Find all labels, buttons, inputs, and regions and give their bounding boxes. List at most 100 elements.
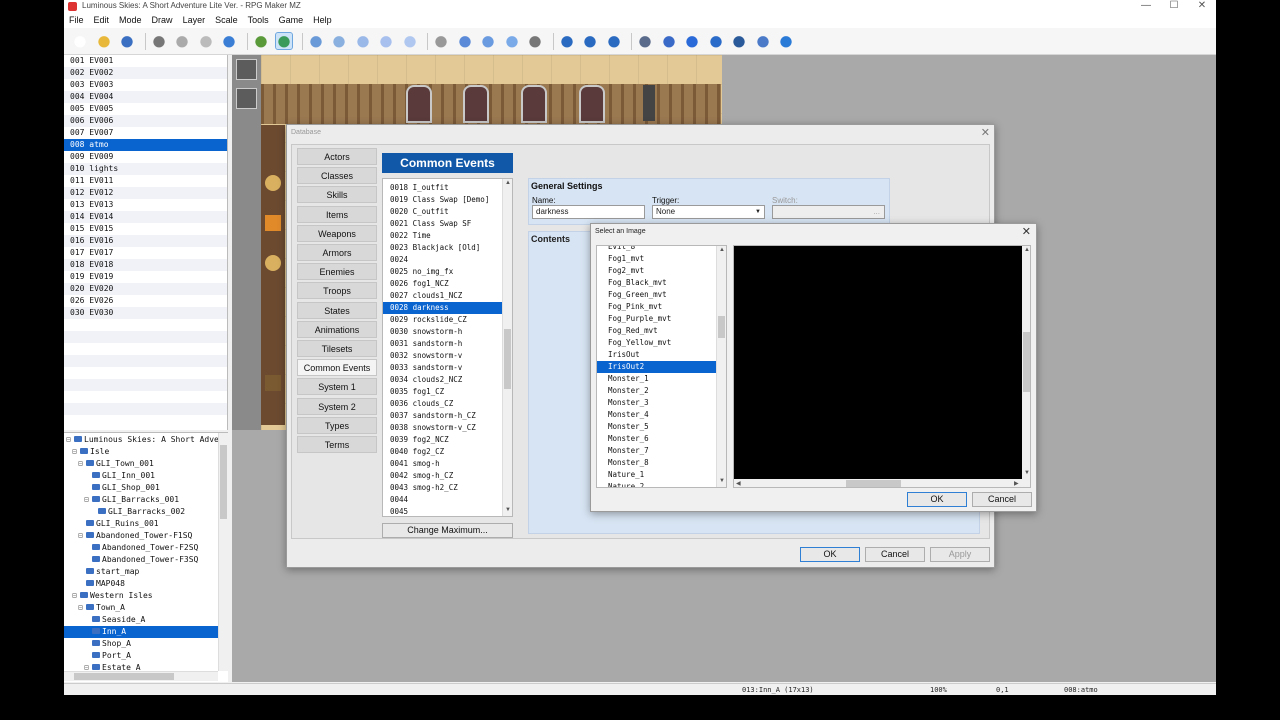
map-tree-item[interactable]: ⊟ Luminous Skies: A Short Adventu [66,434,228,446]
image-list-item[interactable]: Fog_Pink_mvt [597,301,718,313]
layer-4-icon[interactable] [378,33,394,49]
map-tree-item[interactable]: ⊟ GLI_Town_001 [78,458,154,470]
tile-swatch[interactable] [236,88,257,109]
image-list-item[interactable]: Fog_Yellow_mvt [597,337,718,349]
tree-toggle-icon[interactable]: ⊟ [78,530,86,542]
category-animations[interactable]: Animations [297,320,377,338]
undo-icon[interactable] [221,33,237,49]
common-event-item[interactable]: 0045 [383,506,504,516]
select-image-cancel-button[interactable]: Cancel [972,492,1032,507]
tree-toggle-icon[interactable]: ⊟ [78,458,86,470]
common-event-item[interactable]: 0041 smog-h [383,458,504,470]
scroll-right-icon[interactable]: ▶ [1014,480,1019,487]
event-list-item[interactable]: 009 EV009 [64,151,227,163]
event-list-item[interactable]: 017 EV017 [64,247,227,259]
menu-edit[interactable]: Edit [89,13,115,28]
common-event-item[interactable]: 0023 Blackjack [Old] [383,242,504,254]
cut-icon[interactable] [150,33,167,49]
new-project-icon[interactable] [72,33,88,49]
category-common-events[interactable]: Common Events [297,359,377,377]
common-event-item[interactable]: 0032 snowstorm-v [383,350,504,362]
event-list-item[interactable]: 011 EV011 [64,175,227,187]
scroll-thumb[interactable] [1023,332,1030,392]
common-event-item[interactable]: 0038 snowstorm-v_CZ [383,422,504,434]
common-event-item[interactable]: 0036 clouds_CZ [383,398,504,410]
layer-auto-icon[interactable] [401,33,418,49]
scroll-thumb[interactable] [718,316,725,338]
map-tree-vscrollbar[interactable] [218,433,228,671]
tile-swatch[interactable] [236,59,257,80]
common-event-item[interactable]: 0044 [383,494,504,506]
map-tree-item[interactable]: start_map [78,566,139,578]
map-tree-item[interactable]: MAP048 [78,578,125,590]
image-list-item[interactable]: Monster_8 [597,457,718,469]
image-list-item[interactable]: Monster_6 [597,433,718,445]
common-event-item[interactable]: 0029 rockslide_CZ [383,314,504,326]
event-list-item[interactable]: 014 EV014 [64,211,227,223]
event-list-item[interactable]: 026 EV026 [64,295,227,307]
tree-toggle-icon[interactable]: ⊟ [66,434,74,446]
scroll-thumb[interactable] [504,329,511,389]
category-troops[interactable]: Troops [297,282,377,300]
trigger-select[interactable]: None ▼ [652,205,765,219]
map-tree-item[interactable]: ⊟ Town_A [78,602,125,614]
playtest-icon[interactable] [778,33,794,49]
category-system-1[interactable]: System 1 [297,378,377,396]
change-maximum-button[interactable]: Change Maximum... [382,523,513,538]
tile-palette[interactable] [232,55,261,430]
tree-toggle-icon[interactable]: ⊟ [72,590,80,602]
tree-toggle-icon[interactable]: ⊟ [78,602,86,614]
plugin-manager-icon[interactable] [660,33,677,49]
menu-tools[interactable]: Tools [243,13,274,28]
category-armors[interactable]: Armors [297,244,377,261]
map-tree-item[interactable]: Port_A [84,650,131,662]
open-project-icon[interactable] [95,33,112,49]
select-image-ok-button[interactable]: OK [907,492,967,507]
menu-layer[interactable]: Layer [178,13,211,28]
zoom-in-icon[interactable] [558,33,575,49]
common-event-item[interactable]: 0020 C_outfit [383,206,504,218]
common-event-item[interactable]: 0031 sandstorm-h [383,338,504,350]
event-list-item[interactable]: 015 EV015 [64,223,227,235]
event-list-item[interactable]: 003 EV003 [64,79,227,91]
map-tree-item[interactable]: ⊟ Western Isles [72,590,153,602]
category-states[interactable]: States [297,301,377,319]
map-tree-item[interactable]: Seaside_A [84,614,145,626]
image-list-item[interactable]: Fog_Red_mvt [597,325,718,337]
event-searcher-icon[interactable] [707,33,724,49]
layer-1-icon[interactable] [307,33,324,49]
common-event-item[interactable]: 0026 fog1_NCZ [383,278,504,290]
category-system-2[interactable]: System 2 [297,397,377,415]
common-event-item[interactable]: 0019 Class Swap [Demo] [383,194,504,206]
map-tree-item[interactable]: Inn_A [64,626,218,638]
category-enemies[interactable]: Enemies [297,263,377,281]
image-list-item[interactable]: Monster_3 [597,397,718,409]
event-list-item[interactable]: 010 lights [64,163,227,175]
ellipse-icon[interactable] [480,33,496,49]
select-image-close-button[interactable]: ✕ [1022,225,1031,238]
category-types[interactable]: Types [297,416,377,434]
common-event-item[interactable]: 0040 fog2_CZ [383,446,504,458]
image-list-item[interactable]: Monster_7 [597,445,718,457]
common-event-item[interactable]: 0037 sandstorm-h_CZ [383,410,504,422]
event-list-item[interactable]: 002 EV002 [64,67,227,79]
event-list-item[interactable]: 012 EV012 [64,187,227,199]
database-cancel-button[interactable]: Cancel [865,547,925,562]
resource-manager-icon[interactable] [731,33,747,49]
menu-game[interactable]: Game [274,13,309,28]
event-list-item[interactable]: 020 EV020 [64,283,227,295]
zoom-out-icon[interactable] [582,33,598,49]
image-list[interactable]: Evil_8 Fog1_mvt Fog2_mvt Fog_Black_mvt Fog_G… [596,245,727,488]
map-tree-item[interactable]: GLI_Shop_001 [84,482,160,494]
common-event-item[interactable]: 0039 fog2_NCZ [383,434,504,446]
event-list-item[interactable]: 030 EV030 [64,307,227,319]
scroll-up-icon[interactable]: ▲ [719,247,725,253]
event-mode-icon[interactable] [275,32,293,50]
common-event-item[interactable]: 0042 smog-h_CZ [383,470,504,482]
category-tilesets[interactable]: Tilesets [297,340,377,357]
image-list-item[interactable]: Fog1_mvt [597,253,718,265]
event-list[interactable]: 001 EV001 002 EV002 003 EV003 004 EV004 005 … [64,55,228,430]
zoom-actual-icon[interactable] [605,33,622,49]
map-tree[interactable]: ⊟ Luminous Skies: A Short Adventu ⊟ Isle ⊟ GL… [64,432,228,682]
event-list-item[interactable]: 007 EV007 [64,127,227,139]
